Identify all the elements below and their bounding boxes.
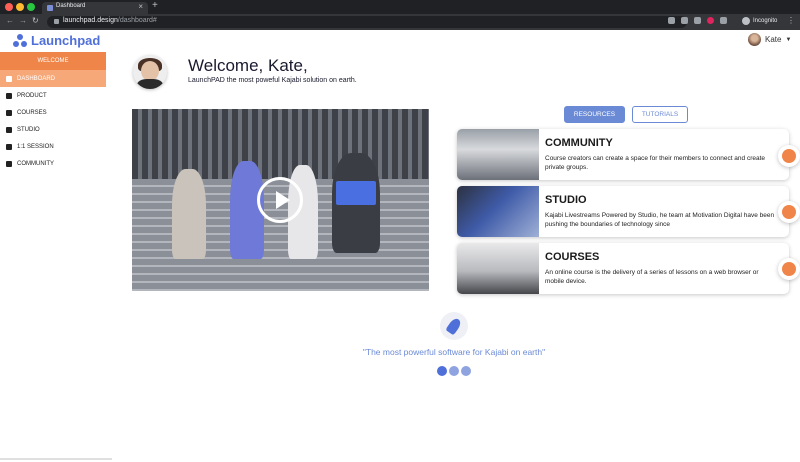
carousel-dot[interactable] <box>437 366 447 376</box>
user-name: Kate <box>765 35 782 44</box>
rocket-logo-icon <box>13 33 27 48</box>
lock-icon <box>54 19 59 24</box>
card-title: COMMUNITY <box>545 137 613 149</box>
window-close-button[interactable] <box>5 3 13 11</box>
browser-nav-bar: ← → ↻ launchpad.design/dashboard# Incogn… <box>0 14 800 30</box>
resource-card-studio[interactable]: STUDIO Kajabi Livestreams Powered by Stu… <box>457 186 789 237</box>
browser-tab-bar: Dashboard × + <box>0 0 800 14</box>
carousel-dots <box>437 366 471 376</box>
sidebar-item-label: STUDIO <box>17 126 40 133</box>
new-tab-button[interactable]: + <box>152 0 158 11</box>
sidebar-item-label: DASHBOARD <box>17 75 56 82</box>
reload-icon[interactable]: ↻ <box>32 16 39 25</box>
bookmark-star-icon[interactable] <box>681 17 688 24</box>
pinterest-icon[interactable] <box>707 17 714 24</box>
headset-icon <box>782 205 796 219</box>
sidebar-item-label: PRODUCT <box>17 92 47 99</box>
incognito-indicator[interactable]: Incognito <box>742 17 777 25</box>
card-thumbnail <box>457 186 539 237</box>
card-title: STUDIO <box>545 194 587 206</box>
sidebar-welcome-header[interactable]: WELCOME <box>0 52 106 70</box>
sidebar-item-label: 1:1 SESSION <box>17 143 54 150</box>
puzzle-icon[interactable] <box>720 17 727 24</box>
phone-icon <box>6 143 12 150</box>
video-camera-icon <box>6 126 12 133</box>
play-button[interactable] <box>257 177 303 223</box>
chat-bubbles-icon <box>6 160 12 167</box>
close-tab-icon[interactable]: × <box>138 2 143 11</box>
resource-card-community[interactable]: COMMUNITY Course creators can create a s… <box>457 129 789 180</box>
video-thumbnail-background <box>132 109 429 179</box>
extension-icon[interactable] <box>668 17 675 24</box>
carousel-dot[interactable] <box>449 366 459 376</box>
tab-resources[interactable]: RESOURCES <box>564 106 625 123</box>
browser-menu-icon[interactable]: ⋮ <box>787 16 795 25</box>
browser-tab-title: Dashboard <box>56 3 86 9</box>
page-title: Welcome, Kate, <box>188 56 308 75</box>
tagline: "The most powerful software for Kajabi o… <box>362 347 546 357</box>
user-menu[interactable]: Kate ▼ <box>748 33 791 46</box>
courses-shortcut-button[interactable] <box>778 258 800 280</box>
profile-avatar <box>133 55 167 89</box>
card-thumbnail <box>457 243 539 294</box>
card-thumbnail <box>457 129 539 180</box>
card-title: COURSES <box>545 251 600 263</box>
forward-arrow-icon[interactable]: → <box>19 16 27 25</box>
caret-down-icon: ▼ <box>785 36 792 43</box>
window-minimize-button[interactable] <box>16 3 24 11</box>
community-shortcut-button[interactable] <box>778 145 800 167</box>
book-icon <box>782 262 796 276</box>
incognito-label: Incognito <box>753 18 778 24</box>
card-description: Course creators can create a space for t… <box>545 155 766 171</box>
box-icon <box>6 92 12 99</box>
browser-tab[interactable]: Dashboard × <box>42 2 148 14</box>
window-maximize-button[interactable] <box>27 3 35 11</box>
sidebar-item-courses[interactable]: COURSES <box>0 104 106 121</box>
url-text: launchpad.design/dashboard# <box>63 17 157 24</box>
page-subtitle: LaunchPAD the most poweful Kajabi soluti… <box>188 77 357 84</box>
carousel-dot[interactable] <box>461 366 471 376</box>
sidebar-item-session[interactable]: 1:1 SESSION <box>0 138 106 155</box>
rocket-icon <box>445 316 463 336</box>
sidebar-item-label: COMMUNITY <box>17 160 54 167</box>
folder-icon <box>6 109 12 116</box>
favicon-icon <box>47 5 53 11</box>
studio-shortcut-button[interactable] <box>778 201 800 223</box>
sidebar-item-community[interactable]: COMMUNITY <box>0 155 106 172</box>
user-avatar <box>748 33 761 46</box>
home-icon <box>6 75 12 82</box>
extension-icon[interactable] <box>694 17 701 24</box>
sidebar-item-studio[interactable]: STUDIO <box>0 121 106 138</box>
sidebar-item-label: COURSES <box>17 109 47 116</box>
incognito-icon <box>742 17 750 25</box>
card-description: An online course is the delivery of a se… <box>545 269 759 285</box>
rocket-badge <box>440 312 468 340</box>
tab-tutorials[interactable]: TUTORIALS <box>632 106 688 123</box>
divider <box>0 458 112 460</box>
resource-card-courses[interactable]: COURSES An online course is the delivery… <box>457 243 789 294</box>
back-arrow-icon[interactable]: ← <box>6 16 14 25</box>
extension-icons <box>668 17 727 24</box>
intro-video[interactable] <box>132 109 429 291</box>
people-icon <box>782 149 796 163</box>
brand-name: Launchpad <box>31 33 101 48</box>
brand-logo-link[interactable]: Launchpad <box>13 33 100 48</box>
play-icon <box>276 191 290 209</box>
sidebar-item-dashboard[interactable]: DASHBOARD <box>0 70 106 87</box>
sidebar: WELCOME DASHBOARD PRODUCT COURSES STUDIO… <box>0 52 106 462</box>
sidebar-item-product[interactable]: PRODUCT <box>0 87 106 104</box>
card-description: Kajabi Livestreams Powered by Studio, he… <box>545 212 775 228</box>
address-bar[interactable]: launchpad.design/dashboard# <box>47 16 687 28</box>
